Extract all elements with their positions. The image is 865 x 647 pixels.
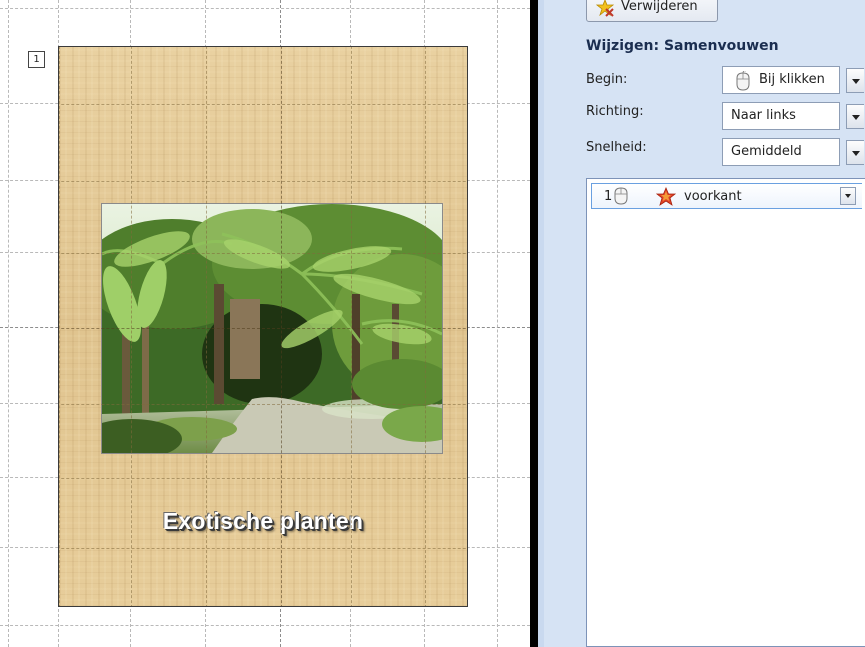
star-icon (656, 187, 676, 206)
modify-effect-title: Wijzigen: Samenvouwen (586, 38, 779, 54)
grid-line-vertical (8, 0, 9, 647)
speed-label: Snelheid: (586, 140, 647, 155)
direction-value: Naar links (731, 108, 796, 123)
remove-button[interactable]: Verwijderen (586, 0, 718, 22)
begin-select[interactable]: Bij klikken (722, 66, 840, 94)
custom-animation-pane: Verwijderen Wijzigen: Samenvouwen Begin:… (544, 0, 865, 647)
tropical-garden-photo[interactable] (101, 203, 443, 454)
remove-button-label: Verwijderen (621, 0, 698, 14)
mouse-icon (736, 71, 750, 91)
slide-title[interactable]: Exotische planten (59, 508, 467, 535)
remove-effect-icon (596, 0, 614, 17)
begin-label: Begin: (586, 72, 628, 87)
grid-line-horizontal (59, 548, 467, 549)
animation-order: 1 (604, 189, 613, 204)
grid-line-horizontal (59, 104, 467, 105)
page-number: 1 (28, 51, 45, 68)
direction-select[interactable]: Naar links (722, 102, 840, 130)
chevron-down-icon (845, 194, 851, 198)
slide[interactable]: Exotische planten (58, 46, 468, 607)
chevron-down-icon (852, 79, 860, 84)
grid-line-horizontal (0, 8, 530, 9)
direction-label: Richting: (586, 104, 644, 119)
grid-line-horizontal (59, 181, 467, 182)
begin-dropdown-button[interactable] (846, 68, 864, 93)
speed-value: Gemiddeld (731, 144, 802, 159)
list-item[interactable]: 1 voorkant (591, 183, 862, 209)
speed-select[interactable]: Gemiddeld (722, 138, 840, 166)
mouse-icon (614, 187, 628, 205)
chevron-down-icon (852, 151, 860, 156)
slide-canvas[interactable]: 1 Exotische planten (0, 0, 530, 647)
item-dropdown-button[interactable] (840, 187, 856, 205)
grid-line-horizontal (59, 478, 467, 479)
begin-value: Bij klikken (759, 72, 825, 87)
grid-line-vertical (497, 0, 498, 647)
pane-splitter[interactable] (530, 0, 538, 647)
animation-name: voorkant (684, 189, 742, 204)
speed-dropdown-button[interactable] (846, 140, 864, 165)
direction-dropdown-button[interactable] (846, 104, 864, 129)
chevron-down-icon (852, 115, 860, 120)
grid-line-horizontal (0, 625, 530, 626)
animation-list[interactable]: 1 voorkant (586, 178, 865, 647)
